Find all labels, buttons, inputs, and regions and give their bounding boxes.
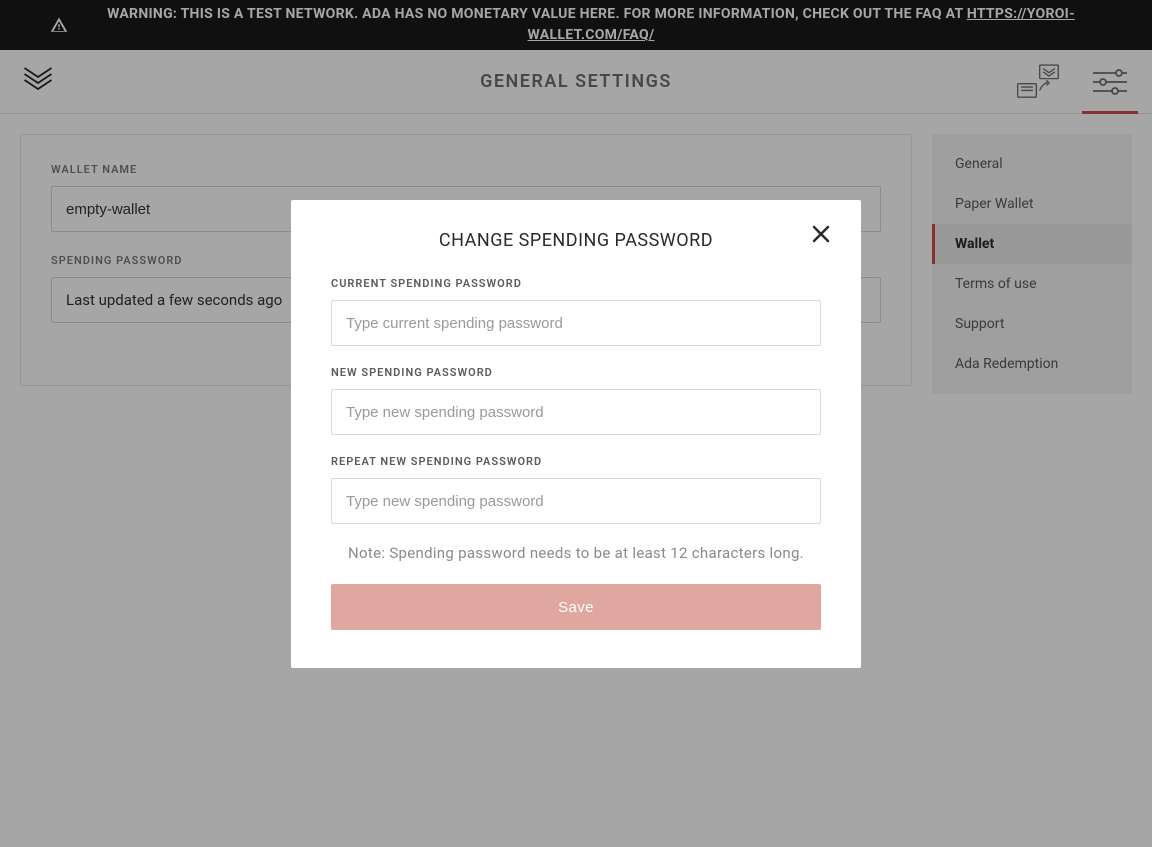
close-icon[interactable] xyxy=(811,224,835,248)
repeat-password-label: REPEAT NEW SPENDING PASSWORD xyxy=(331,455,821,468)
change-spending-password-modal: CHANGE SPENDING PASSWORD CURRENT SPENDIN… xyxy=(291,200,861,668)
current-password-label: CURRENT SPENDING PASSWORD xyxy=(331,277,821,290)
repeat-password-input[interactable] xyxy=(331,478,821,524)
current-password-input[interactable] xyxy=(331,300,821,346)
password-length-note: Note: Spending password needs to be at l… xyxy=(331,544,821,562)
modal-overlay[interactable]: CHANGE SPENDING PASSWORD CURRENT SPENDIN… xyxy=(0,0,1152,847)
modal-title: CHANGE SPENDING PASSWORD xyxy=(331,230,821,251)
new-password-input[interactable] xyxy=(331,389,821,435)
save-button[interactable]: Save xyxy=(331,584,821,630)
new-password-label: NEW SPENDING PASSWORD xyxy=(331,366,821,379)
